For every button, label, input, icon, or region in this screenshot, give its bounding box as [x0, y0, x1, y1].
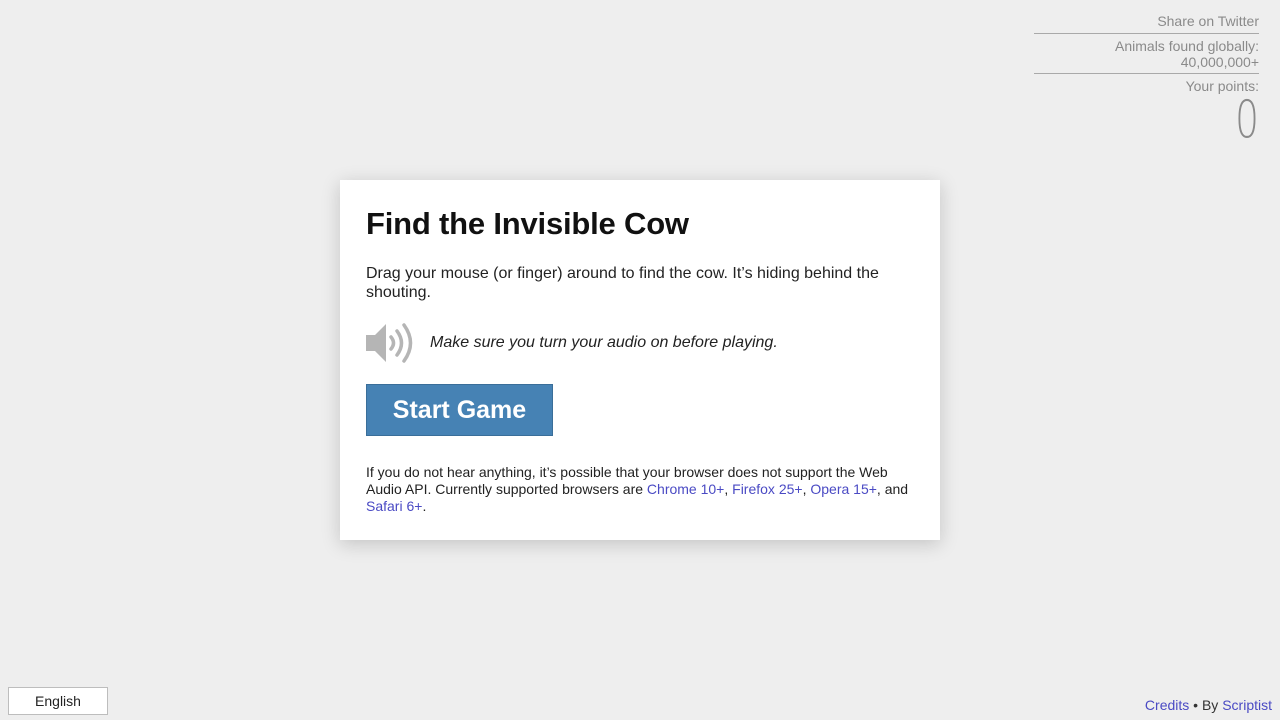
opera-link[interactable]: Opera 15+ [810, 481, 877, 497]
firefox-link[interactable]: Firefox 25+ [732, 481, 802, 497]
intro-text: Drag your mouse (or finger) around to fi… [366, 265, 879, 301]
browser-support-note: If you do not hear anything, it’s possib… [366, 464, 911, 515]
audio-row: Make sure you turn your audio on before … [366, 322, 914, 364]
safari-link[interactable]: Safari 6+ [366, 498, 422, 514]
points-label: Your points: [1185, 78, 1259, 94]
note-suffix: . [422, 498, 427, 514]
header-panel: Share on Twitter Animals found globally:… [1034, 12, 1259, 146]
page-title: Find the Invisible Cow [366, 206, 689, 241]
credits-link[interactable]: Credits [1145, 697, 1189, 713]
author-link[interactable]: Scriptist [1222, 697, 1272, 713]
language-selector[interactable]: English [8, 687, 108, 715]
share-twitter-link[interactable]: Share on Twitter [1034, 12, 1259, 34]
footer-credits: Credits • By Scriptist [1145, 697, 1272, 713]
start-game-button[interactable]: Start Game [366, 384, 553, 436]
points-value: 0 [1235, 90, 1259, 150]
audio-note: Make sure you turn your audio on before … [430, 334, 778, 351]
speaker-volume-icon [366, 323, 413, 363]
intro-card: Find the Invisible Cow Drag your mouse (… [340, 180, 940, 540]
by-text: • By [1189, 697, 1223, 713]
note-separator: , and [876, 481, 909, 497]
animals-found-counter: Animals found globally: 40,000,000+ [1034, 34, 1259, 74]
chrome-link[interactable]: Chrome 10+ [647, 481, 724, 497]
note-separator: , [724, 481, 733, 497]
